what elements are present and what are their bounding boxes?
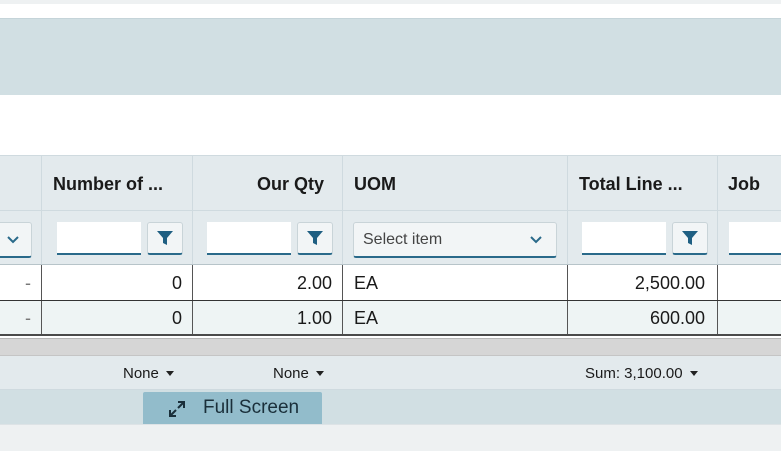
caret-down-icon	[165, 371, 174, 376]
cell-uom: EA	[343, 301, 568, 334]
column-header-number-of[interactable]: Number of ...	[42, 156, 193, 210]
filter-cell-job	[718, 211, 781, 264]
cell-number-of: 0	[42, 265, 193, 300]
filter-cell-total-line	[568, 211, 718, 264]
filter-button-total-line[interactable]	[672, 222, 708, 255]
column-header-job[interactable]: Job	[718, 156, 781, 210]
cell-our-qty: 2.00	[193, 265, 343, 300]
filter-input-our-qty[interactable]	[207, 222, 291, 255]
aggregate-label: None	[273, 365, 309, 382]
dropdown-placeholder: Select item	[363, 231, 443, 248]
column-header-label: UOM	[354, 174, 396, 194]
column-header-uom[interactable]: UOM	[343, 156, 568, 210]
grid-header-row: Number of ... Our Qty UOM Total Line ...…	[0, 155, 781, 211]
expand-arrows-icon	[169, 401, 185, 417]
cell-job	[718, 265, 781, 300]
spacer	[0, 95, 781, 155]
filter-input-number-of[interactable]	[57, 222, 141, 255]
column-header-label: Our Qty	[256, 174, 324, 194]
aggregate-label: None	[123, 365, 159, 382]
column-header-total-line[interactable]: Total Line ...	[568, 156, 718, 210]
filter-cell-uom: Select item	[343, 211, 568, 264]
full-screen-button[interactable]: Full Screen	[143, 392, 322, 424]
filter-cell-number-of	[42, 211, 193, 264]
grid-filter-row: Select item	[0, 211, 781, 265]
cell-job	[718, 301, 781, 334]
column-header-our-qty[interactable]: Our Qty	[193, 156, 343, 210]
full-screen-label: Full Screen	[203, 397, 300, 418]
filter-funnel-icon	[157, 231, 173, 245]
cell-total-line: 600.00	[568, 301, 718, 334]
caret-down-icon	[689, 371, 698, 376]
filter-cell-partial	[0, 211, 42, 264]
aggregate-total-line[interactable]: Sum: 3,100.00	[585, 365, 698, 382]
filter-button-our-qty[interactable]	[297, 222, 333, 255]
filter-dropdown-partial[interactable]	[0, 222, 32, 258]
cell-col0: -	[0, 301, 42, 334]
footer-strip	[0, 424, 781, 451]
cell-col0: -	[0, 265, 42, 300]
column-header-label: Number of ...	[53, 174, 164, 194]
top-gap	[0, 4, 781, 18]
toolbar-band	[0, 18, 781, 95]
chevron-down-icon	[530, 236, 542, 244]
table-row[interactable]: - 0 2.00 EA 2,500.00	[0, 265, 781, 301]
aggregate-row: None None Sum: 3,100.00	[0, 356, 781, 390]
aggregate-number-of[interactable]: None	[123, 365, 174, 382]
cell-our-qty: 1.00	[193, 301, 343, 334]
aggregate-label: Sum: 3,100.00	[585, 365, 683, 382]
cell-total-line: 2,500.00	[568, 265, 718, 300]
filter-cell-our-qty	[193, 211, 343, 264]
column-header-partial[interactable]	[0, 156, 42, 210]
chevron-down-icon	[7, 236, 19, 244]
horizontal-scrollbar[interactable]	[0, 338, 781, 356]
filter-funnel-icon	[682, 231, 698, 245]
column-header-label: Total Line ...	[579, 174, 683, 194]
filter-input-job[interactable]	[729, 222, 781, 255]
filter-funnel-icon	[307, 231, 323, 245]
column-header-label: Job	[728, 174, 761, 194]
filter-input-total-line[interactable]	[582, 222, 666, 255]
caret-down-icon	[315, 371, 324, 376]
table-row[interactable]: - 0 1.00 EA 600.00	[0, 301, 781, 336]
filter-button-number-of[interactable]	[147, 222, 183, 255]
bottom-toolbar	[0, 390, 781, 424]
filter-dropdown-uom[interactable]: Select item	[353, 222, 557, 258]
cell-number-of: 0	[42, 301, 193, 334]
cell-uom: EA	[343, 265, 568, 300]
aggregate-our-qty[interactable]: None	[273, 365, 324, 382]
